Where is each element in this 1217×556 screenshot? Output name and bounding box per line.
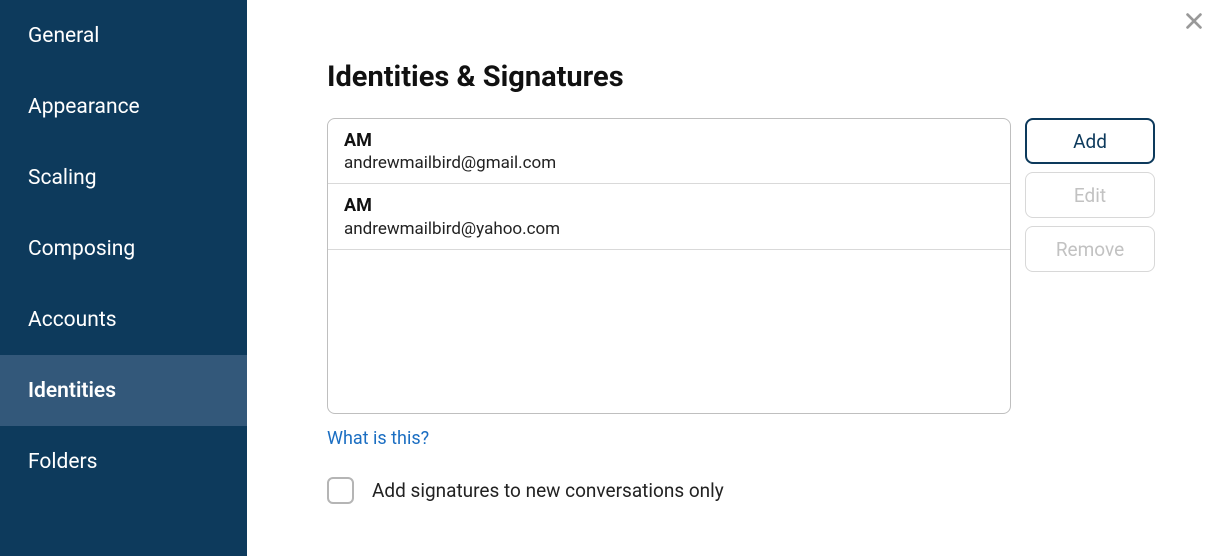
identity-email: andrewmailbird@yahoo.com xyxy=(344,218,994,241)
close-icon[interactable] xyxy=(1183,10,1205,36)
sidebar-item-appearance[interactable]: Appearance xyxy=(0,71,247,142)
checkbox-row: Add signatures to new conversations only xyxy=(327,477,1157,504)
identity-list-item[interactable]: AM andrewmailbird@yahoo.com xyxy=(328,184,1010,249)
identity-actions: Add Edit Remove xyxy=(1025,118,1155,272)
sidebar-item-label: Scaling xyxy=(28,166,97,190)
remove-button[interactable]: Remove xyxy=(1025,226,1155,272)
settings-sidebar: General Appearance Scaling Composing Acc… xyxy=(0,0,247,556)
sidebar-item-label: Appearance xyxy=(28,95,140,119)
identity-list-item[interactable]: AM andrewmailbird@gmail.com xyxy=(328,119,1010,184)
add-button[interactable]: Add xyxy=(1025,118,1155,164)
identity-name: AM xyxy=(344,194,994,217)
sidebar-item-folders[interactable]: Folders xyxy=(0,426,247,497)
sidebar-item-label: Composing xyxy=(28,237,135,261)
sidebar-item-scaling[interactable]: Scaling xyxy=(0,142,247,213)
sidebar-item-label: General xyxy=(28,24,99,48)
signatures-checkbox-label: Add signatures to new conversations only xyxy=(372,479,724,502)
sidebar-item-identities[interactable]: Identities xyxy=(0,355,247,426)
page-title: Identities & Signatures xyxy=(327,60,1157,94)
signatures-checkbox[interactable] xyxy=(327,477,354,504)
sidebar-item-composing[interactable]: Composing xyxy=(0,213,247,284)
identity-email: andrewmailbird@gmail.com xyxy=(344,152,994,175)
sidebar-item-general[interactable]: General xyxy=(0,0,247,71)
identities-row: AM andrewmailbird@gmail.com AM andrewmai… xyxy=(327,118,1157,414)
sidebar-item-label: Folders xyxy=(28,450,97,474)
helper-link[interactable]: What is this? xyxy=(327,428,429,449)
sidebar-item-accounts[interactable]: Accounts xyxy=(0,284,247,355)
main-panel: Identities & Signatures AM andrewmailbir… xyxy=(247,0,1217,504)
edit-button[interactable]: Edit xyxy=(1025,172,1155,218)
sidebar-item-label: Accounts xyxy=(28,308,117,332)
identities-list: AM andrewmailbird@gmail.com AM andrewmai… xyxy=(327,118,1011,414)
identity-name: AM xyxy=(344,129,994,152)
sidebar-item-label: Identities xyxy=(28,379,116,403)
